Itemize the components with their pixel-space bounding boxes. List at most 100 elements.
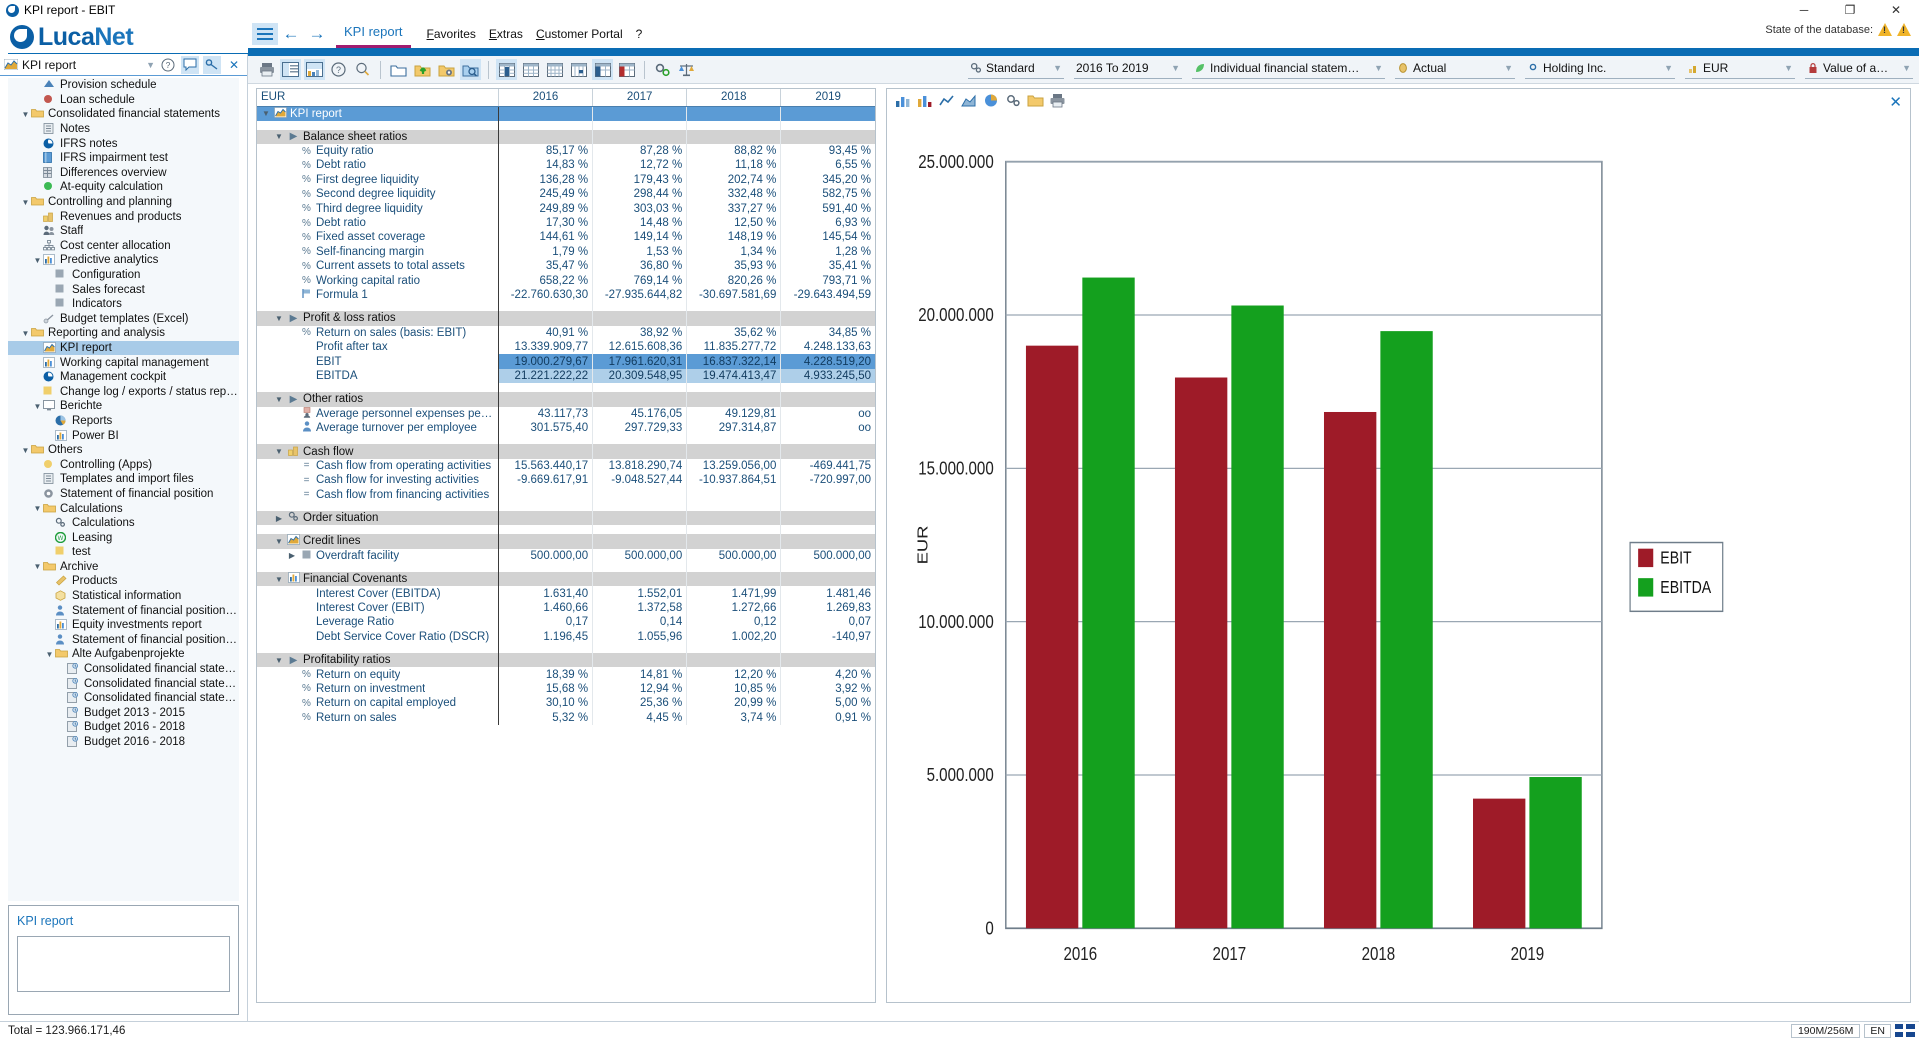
chart-bar-ebit-2016[interactable] [1026,346,1078,929]
settings-gear-icon[interactable] [652,59,673,80]
chart-close-icon[interactable]: ✕ [1889,93,1902,111]
table-row-label-cell[interactable]: ▶Overdraft facility [257,549,498,563]
table-cell-value[interactable]: -27.935.644,82 [593,288,687,302]
table-cell-value[interactable] [687,534,781,548]
table-cell-value[interactable] [498,130,592,144]
table-cell-value[interactable]: 18,39 % [498,667,592,681]
menu-item-extras[interactable]: Extras [489,27,523,41]
table-cell-value[interactable]: 19.000.279,67 [498,354,592,368]
table-cell-value[interactable]: 820,26 % [687,273,781,287]
expand-toggle-icon[interactable]: ▼ [20,329,31,338]
table-row-label-cell[interactable]: %Fixed asset coverage [257,230,498,244]
sidebar-item-change-log-exports-status-reports[interactable]: Change log / exports / status reports [8,384,239,399]
table-cell-value[interactable]: 1.552,01 [593,586,687,600]
table-row-label-cell[interactable]: %Return on capital employed [257,696,498,710]
sidebar-item-budget-2016-2018[interactable]: Budget 2016 - 2018 [8,735,239,750]
expand-toggle-icon[interactable]: ▼ [32,504,43,513]
sidebar-item-controlling-apps[interactable]: Controlling (Apps) [8,457,239,472]
area-chart-icon[interactable] [961,93,978,109]
tab-kpi-report[interactable]: KPI report [336,20,411,48]
expand-toggle-icon[interactable]: ▼ [274,395,284,404]
table-cell-value[interactable]: 17,30 % [498,216,592,230]
sidebar-item-statistical-information[interactable]: Statistical information [8,589,239,604]
table-cell-value[interactable]: 1.481,46 [781,586,875,600]
table-row-label-cell[interactable]: =Cash flow from financing activities [257,487,498,501]
table-cell-value[interactable]: 10,85 % [687,682,781,696]
table-cell-value[interactable] [593,106,687,121]
table-row[interactable]: %Return on sales (basis: EBIT)40,91 %38,… [257,326,875,340]
table-cell-value[interactable]: 4.248.133,63 [781,340,875,354]
grid-table-icon[interactable] [544,59,565,80]
pie-chart-icon[interactable] [983,93,1000,109]
close-button[interactable]: ✕ [1873,0,1919,20]
sidebar-item-statement-of-financial-position[interactable]: Statement of financial position [8,487,239,502]
layout-chart-icon[interactable] [304,59,325,80]
sidebar-item-archive[interactable]: ▼Archive [8,560,239,575]
table-cell-value[interactable] [781,534,875,548]
table-cell-value[interactable]: 1.055,96 [593,630,687,644]
view-combo[interactable]: Standard ▼ [968,57,1064,79]
table-cell-value[interactable]: 4.228.519,20 [781,354,875,368]
table-row-label-cell[interactable]: Debt Service Cover Ratio (DSCR) [257,630,498,644]
sidebar-item-berichte[interactable]: ▼Berichte [8,399,239,414]
table-row-label-cell[interactable]: %First degree liquidity [257,173,498,187]
chart-bar-ebit-2017[interactable] [1175,378,1227,929]
table-cell-value[interactable]: 25,36 % [593,696,687,710]
table-cell-value[interactable]: 35,47 % [498,259,592,273]
sidebar-item-calculations[interactable]: ▼Calculations [8,501,239,516]
table-cell-value[interactable]: 179,43 % [593,173,687,187]
table-row[interactable]: ▼KPI report [257,106,875,121]
table-cell-value[interactable]: 1.272,66 [687,601,781,615]
table-row[interactable]: %Working capital ratio658,22 %769,14 %82… [257,273,875,287]
table-row-label-cell[interactable]: %Return on sales [257,711,498,725]
sidebar-item-at-equity-calculation[interactable]: At-equity calculation [8,180,239,195]
table-cell-value[interactable]: 148,19 % [687,230,781,244]
chevron-down-icon[interactable]: ▼ [1366,63,1383,73]
table-cell-value[interactable]: 3,74 % [687,711,781,725]
table-cell-value[interactable]: 14,81 % [593,667,687,681]
column-header-2017[interactable]: 2017 [593,89,687,106]
expand-toggle-icon[interactable]: ▼ [32,402,43,411]
table-cell-value[interactable] [498,444,592,458]
memory-indicator[interactable]: 190M/256M [1791,1024,1860,1038]
chevron-down-icon[interactable]: ▼ [1656,63,1673,73]
table-row-label-cell[interactable]: ▼▶Other ratios [257,392,498,406]
table-row-label-cell[interactable]: Average turnover per employee [257,421,498,435]
grid-rows-icon[interactable] [520,59,541,80]
table-cell-value[interactable] [687,511,781,525]
help-icon[interactable]: ? [159,56,177,74]
table-cell-value[interactable]: 1.269,83 [781,601,875,615]
table-cell-value[interactable] [498,534,592,548]
table-cell-value[interactable]: 49.129,81 [687,407,781,421]
table-cell-value[interactable] [498,392,592,406]
entity-combo[interactable]: Holding Inc. ▼ [1525,57,1675,79]
table-cell-value[interactable] [593,487,687,501]
minimize-button[interactable]: ─ [1781,0,1827,20]
back-arrow-icon[interactable]: ← [278,23,304,45]
version-combo[interactable]: Actual ▼ [1395,57,1515,79]
table-cell-value[interactable]: 500.000,00 [781,549,875,563]
sidebar-item-configuration[interactable]: Configuration [8,268,239,283]
table-row[interactable]: EBIT19.000.279,6717.961.620,3116.837.322… [257,354,875,368]
table-cell-value[interactable]: 36,80 % [593,259,687,273]
table-row[interactable]: %Return on capital employed30,10 %25,36 … [257,696,875,710]
table-row-label-cell[interactable]: ▶Order situation [257,511,498,525]
expand-toggle-icon[interactable]: ▼ [20,198,31,207]
sidebar-item-consolidated-financial-statements[interactable]: Consolidated financial statements ... [8,676,239,691]
expand-toggle-icon[interactable]: ▼ [274,656,284,665]
language-indicator[interactable]: EN [1864,1024,1891,1038]
grid-highlight-icon[interactable] [592,59,613,80]
table-cell-value[interactable] [593,572,687,586]
menu-item-favorites[interactable]: Favorites [427,27,476,41]
sidebar-item-ifrs-impairment-test[interactable]: IFRS impairment test [8,151,239,166]
table-cell-value[interactable]: 145,54 % [781,230,875,244]
table-row-label-cell[interactable]: %Debt ratio [257,216,498,230]
expand-toggle-icon[interactable]: ▼ [274,314,284,323]
table-row[interactable]: Formula 1-22.760.630,30-27.935.644,82-30… [257,288,875,302]
table-cell-value[interactable]: 4.933.245,50 [781,369,875,383]
valuation-combo[interactable]: Value of acc... ▼ [1805,57,1913,79]
table-cell-value[interactable]: 500.000,00 [593,549,687,563]
table-cell-value[interactable] [593,130,687,144]
folder-up-icon[interactable] [412,59,433,80]
table-cell-value[interactable]: 6,55 % [781,158,875,172]
